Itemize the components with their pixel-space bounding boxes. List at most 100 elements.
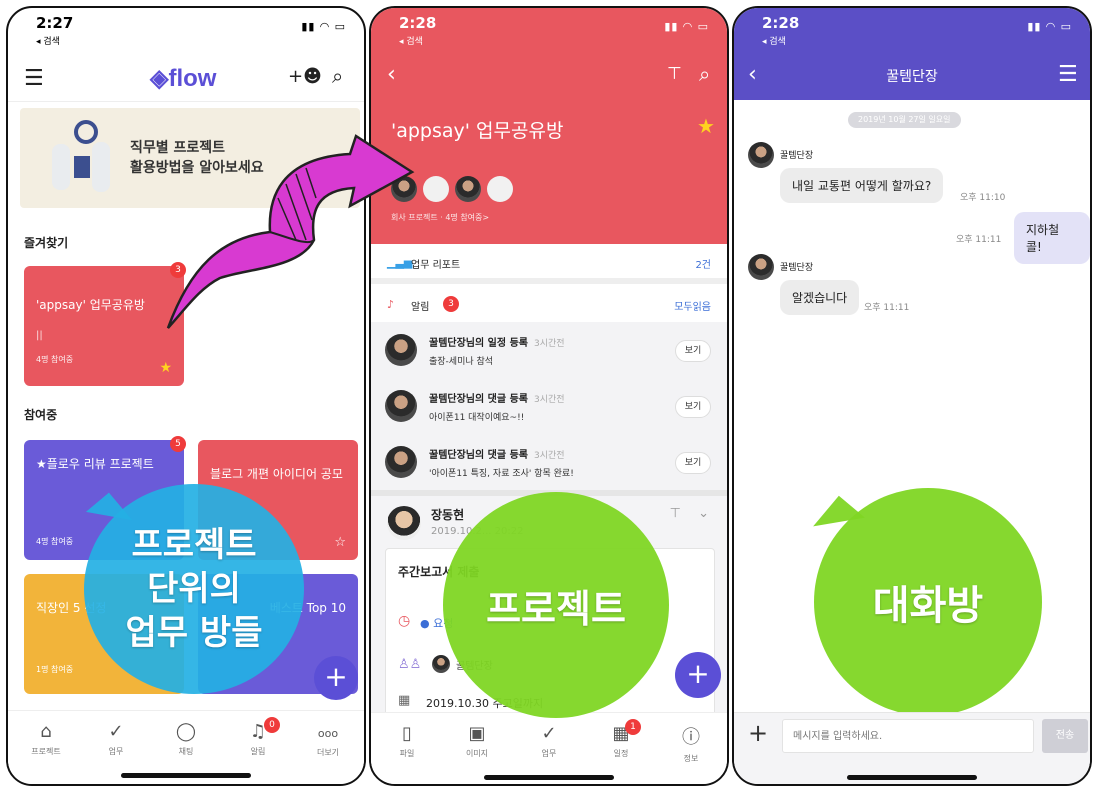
chat-input-bar: + 전송: [734, 712, 1090, 784]
date-chip: 2019년 10월 27일 일요일: [848, 112, 961, 128]
callout-line-2: 단위의: [147, 569, 241, 609]
member-avatar[interactable]: [487, 176, 513, 202]
callout-bubble-green: 프로젝트: [443, 492, 669, 718]
tab-label: 프로젝트: [31, 747, 61, 756]
tab-label: 채팅: [178, 747, 194, 756]
info-icon: ⓘ: [682, 727, 700, 748]
plus-icon[interactable]: +: [748, 719, 768, 747]
home-indicator: [484, 775, 614, 780]
notification-item[interactable]: 꿀템단장님의 댓글 등록 3시간전 '아이폰11 특징, 자료 조사' 항목 완료…: [371, 434, 727, 490]
phone-project-list: 2:27 ◂ 검색 ▮▮ ◠ ▭ ☰ ◈flow +☻ ⌕ 직무별 프로젝트 활…: [6, 6, 366, 786]
post-author: 장동현: [431, 508, 465, 522]
back-icon[interactable]: ‹: [387, 62, 396, 87]
phone-chat-room: 2:28 ◂ 검색 ▮▮ ◠ ▭ ‹ 꿀템단장 ☰ 2019년 10월 27일 …: [732, 6, 1092, 786]
notification-title-text: 꿀템단장님의 댓글 등록: [429, 450, 528, 461]
tab-images[interactable]: ▣ 이미지: [449, 723, 505, 759]
view-button[interactable]: 보기: [675, 452, 711, 474]
message-bubble[interactable]: 알겠습니다: [780, 280, 860, 315]
star-icon[interactable]: ★: [697, 114, 715, 138]
home-icon: ⌂: [40, 721, 52, 742]
chat-icon: ◯: [175, 721, 197, 742]
avatar: [385, 446, 417, 478]
tab-more[interactable]: ooo 더보기: [300, 721, 356, 758]
message-bubble[interactable]: 내일 교통편 어떻게 할까요?: [780, 168, 944, 203]
status-bar: 2:28 ◂ 검색 ▮▮ ◠ ▭: [371, 8, 727, 56]
signal-icon: ▮▮ ◠ ▭: [1027, 20, 1072, 33]
sender-avatar[interactable]: [748, 142, 774, 168]
tab-tasks[interactable]: ✓ 업무: [88, 721, 144, 757]
tab-label: 정보: [683, 754, 699, 763]
notification-time: 3시간전: [533, 395, 565, 405]
notification-title-text: 꿀템단장님의 댓글 등록: [429, 394, 528, 405]
search-icon[interactable]: ⌕: [699, 62, 710, 86]
tab-files[interactable]: ▯ 파일: [379, 723, 435, 759]
tab-label: 업무: [108, 747, 124, 756]
alerts-badge: 0: [264, 717, 280, 733]
project-name: 블로그 개편 아이디어 공모: [210, 467, 343, 481]
back-to-search[interactable]: ◂ 검색: [399, 34, 727, 47]
assignee-avatar: [432, 655, 450, 673]
notification-title: 꿀템단장님의 댓글 등록 3시간전: [429, 446, 565, 461]
composite-stage: 2:27 ◂ 검색 ▮▮ ◠ ▭ ☰ ◈flow +☻ ⌕ 직무별 프로젝트 활…: [0, 0, 1095, 792]
add-member-icon[interactable]: +☻: [288, 66, 322, 87]
status-bar: 2:28 ◂ 검색 ▮▮ ◠ ▭: [734, 8, 1090, 56]
notification-subtitle: 출장-세미나 참석: [429, 357, 494, 367]
add-project-button[interactable]: +: [314, 656, 358, 700]
clock-icon: ◷: [398, 613, 411, 629]
tab-alerts[interactable]: ♫ 알림 0: [230, 717, 286, 757]
menu-icon[interactable]: ☰: [1058, 62, 1078, 87]
tab-tasks[interactable]: ✓ 업무: [521, 723, 577, 759]
notification-time: 3시간전: [533, 451, 565, 461]
calendar-icon: ▦: [398, 693, 411, 708]
star-outline-icon[interactable]: ☆: [334, 535, 346, 550]
flow-logo: ◈flow: [150, 64, 216, 93]
file-icon: ▯: [402, 723, 412, 744]
home-indicator: [847, 775, 977, 780]
sender-name: 꿀템단장: [780, 151, 814, 161]
send-button[interactable]: 전송: [1042, 719, 1088, 753]
my-message-bubble[interactable]: 지하철 콜!: [1014, 212, 1090, 264]
message-input[interactable]: [782, 719, 1034, 753]
tab-bar: ⌂ 프로젝트 ✓ 업무 ◯ 채팅 ♫ 알림 0 ooo 더보기: [8, 710, 364, 784]
notification-item[interactable]: 꿀템단장님의 댓글 등록 3시간전 아이폰11 대작이예요~!! 보기: [371, 378, 727, 434]
back-to-search[interactable]: ◂ 검색: [762, 34, 1090, 47]
tab-label: 알림: [250, 747, 266, 756]
project-members: 4명 참여중: [36, 537, 74, 546]
tab-label: 일정: [613, 749, 629, 758]
tab-chat[interactable]: ◯ 채팅: [158, 721, 214, 757]
callout-text: 대화방: [872, 583, 984, 629]
member-avatar[interactable]: [455, 176, 481, 202]
pin-icon[interactable]: ⊤: [667, 64, 682, 84]
add-post-button[interactable]: +: [675, 652, 721, 698]
tab-projects[interactable]: ⌂ 프로젝트: [18, 721, 74, 757]
mark-all-read-link[interactable]: 모두읽음: [674, 298, 711, 313]
back-to-search[interactable]: ◂ 검색: [36, 34, 364, 47]
status-bar: 2:27 ◂ 검색 ▮▮ ◠ ▭: [8, 8, 364, 56]
phone-project-room: 2:28 ◂ 검색 ▮▮ ◠ ▭ ‹ ⊤ ⌕ 'appsay' 업무공유방 ★ …: [369, 6, 729, 786]
flow-logo-text: flow: [168, 65, 217, 92]
callout-line-1: 프로젝트: [131, 525, 257, 565]
message-time: 오후 11:10: [960, 193, 1006, 203]
chevron-down-icon[interactable]: ⌄: [698, 506, 709, 521]
sender-avatar[interactable]: [748, 254, 774, 280]
search-icon[interactable]: ⌕: [332, 64, 343, 88]
view-button[interactable]: 보기: [675, 396, 711, 418]
chat-title: 꿀템단장: [886, 69, 938, 85]
tab-schedule[interactable]: ▦ 일정 1: [593, 719, 649, 759]
pin-icon[interactable]: ⊤: [670, 506, 681, 521]
project-members: 1명 참여중: [36, 665, 74, 674]
avatar: [385, 390, 417, 422]
menu-icon[interactable]: ☰: [24, 66, 44, 91]
author-avatar: [387, 506, 421, 540]
tab-info[interactable]: ⓘ 정보: [663, 723, 719, 764]
tab-label: 이미지: [465, 749, 489, 758]
check-icon: ✓: [541, 723, 557, 744]
status-dot: ●: [420, 617, 430, 630]
members-icon: ||: [36, 330, 43, 341]
status-time: 2:27: [36, 14, 74, 32]
star-icon[interactable]: ★: [159, 360, 172, 376]
image-icon: ▣: [468, 723, 486, 744]
signal-icon: ▮▮ ◠ ▭: [301, 20, 346, 33]
view-button[interactable]: 보기: [675, 340, 711, 362]
tab-label: 업무: [541, 749, 557, 758]
